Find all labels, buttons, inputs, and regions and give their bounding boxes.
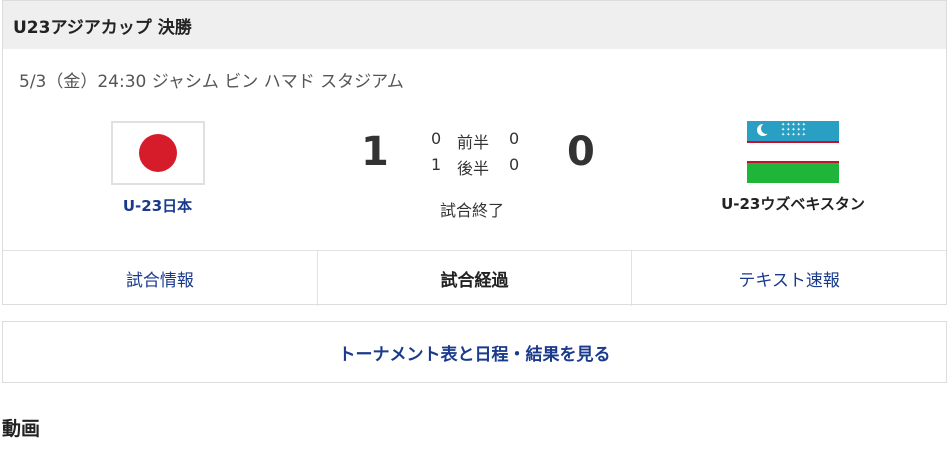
first-half-score: 0 前半 0 (431, 129, 529, 153)
first-half-label: 前半 (457, 133, 490, 152)
second-half-score: 1 後半 0 (431, 155, 529, 179)
home-team-name[interactable]: U-23日本 (100, 195, 215, 216)
video-section-title: 動画 (2, 418, 41, 440)
home-score: 1 (361, 129, 389, 175)
home-team[interactable]: U-23日本 (100, 121, 215, 216)
match-status: 試合終了 (440, 201, 505, 220)
competition-title: U23アジアカップ 決勝 (3, 1, 946, 49)
second-half-home-score: 1 (431, 155, 442, 174)
tab-match-info[interactable]: 試合情報 (3, 251, 318, 306)
away-team[interactable]: ✦✦✦✦✦ ✦✦✦✦✦ ✦✦✦✦✦ U-23ウズベキスタン (703, 121, 883, 214)
tab-text-live[interactable]: テキスト速報 (632, 251, 946, 306)
first-half-home-score: 0 (431, 129, 442, 148)
uzbekistan-flag-icon: ✦✦✦✦✦ ✦✦✦✦✦ ✦✦✦✦✦ (747, 121, 839, 183)
second-half-away-score: 0 (509, 155, 520, 174)
match-tabs: 試合情報 試合経過 テキスト速報 (3, 250, 946, 306)
away-score: 0 (567, 129, 595, 175)
first-half-away-score: 0 (509, 129, 520, 148)
away-team-name[interactable]: U-23ウズベキスタン (703, 193, 883, 214)
tab-match-progress[interactable]: 試合経過 (318, 251, 633, 306)
match-card: U23アジアカップ 決勝 5/3（金）24:30 ジャシム ビン ハマド スタジ… (2, 0, 947, 306)
match-info: 5/3（金）24:30 ジャシム ビン ハマド スタジアム (19, 72, 404, 92)
second-half-label: 後半 (457, 159, 490, 178)
tournament-schedule-button[interactable]: トーナメント表と日程・結果を見る (2, 321, 947, 383)
japan-flag-icon (110, 121, 205, 185)
